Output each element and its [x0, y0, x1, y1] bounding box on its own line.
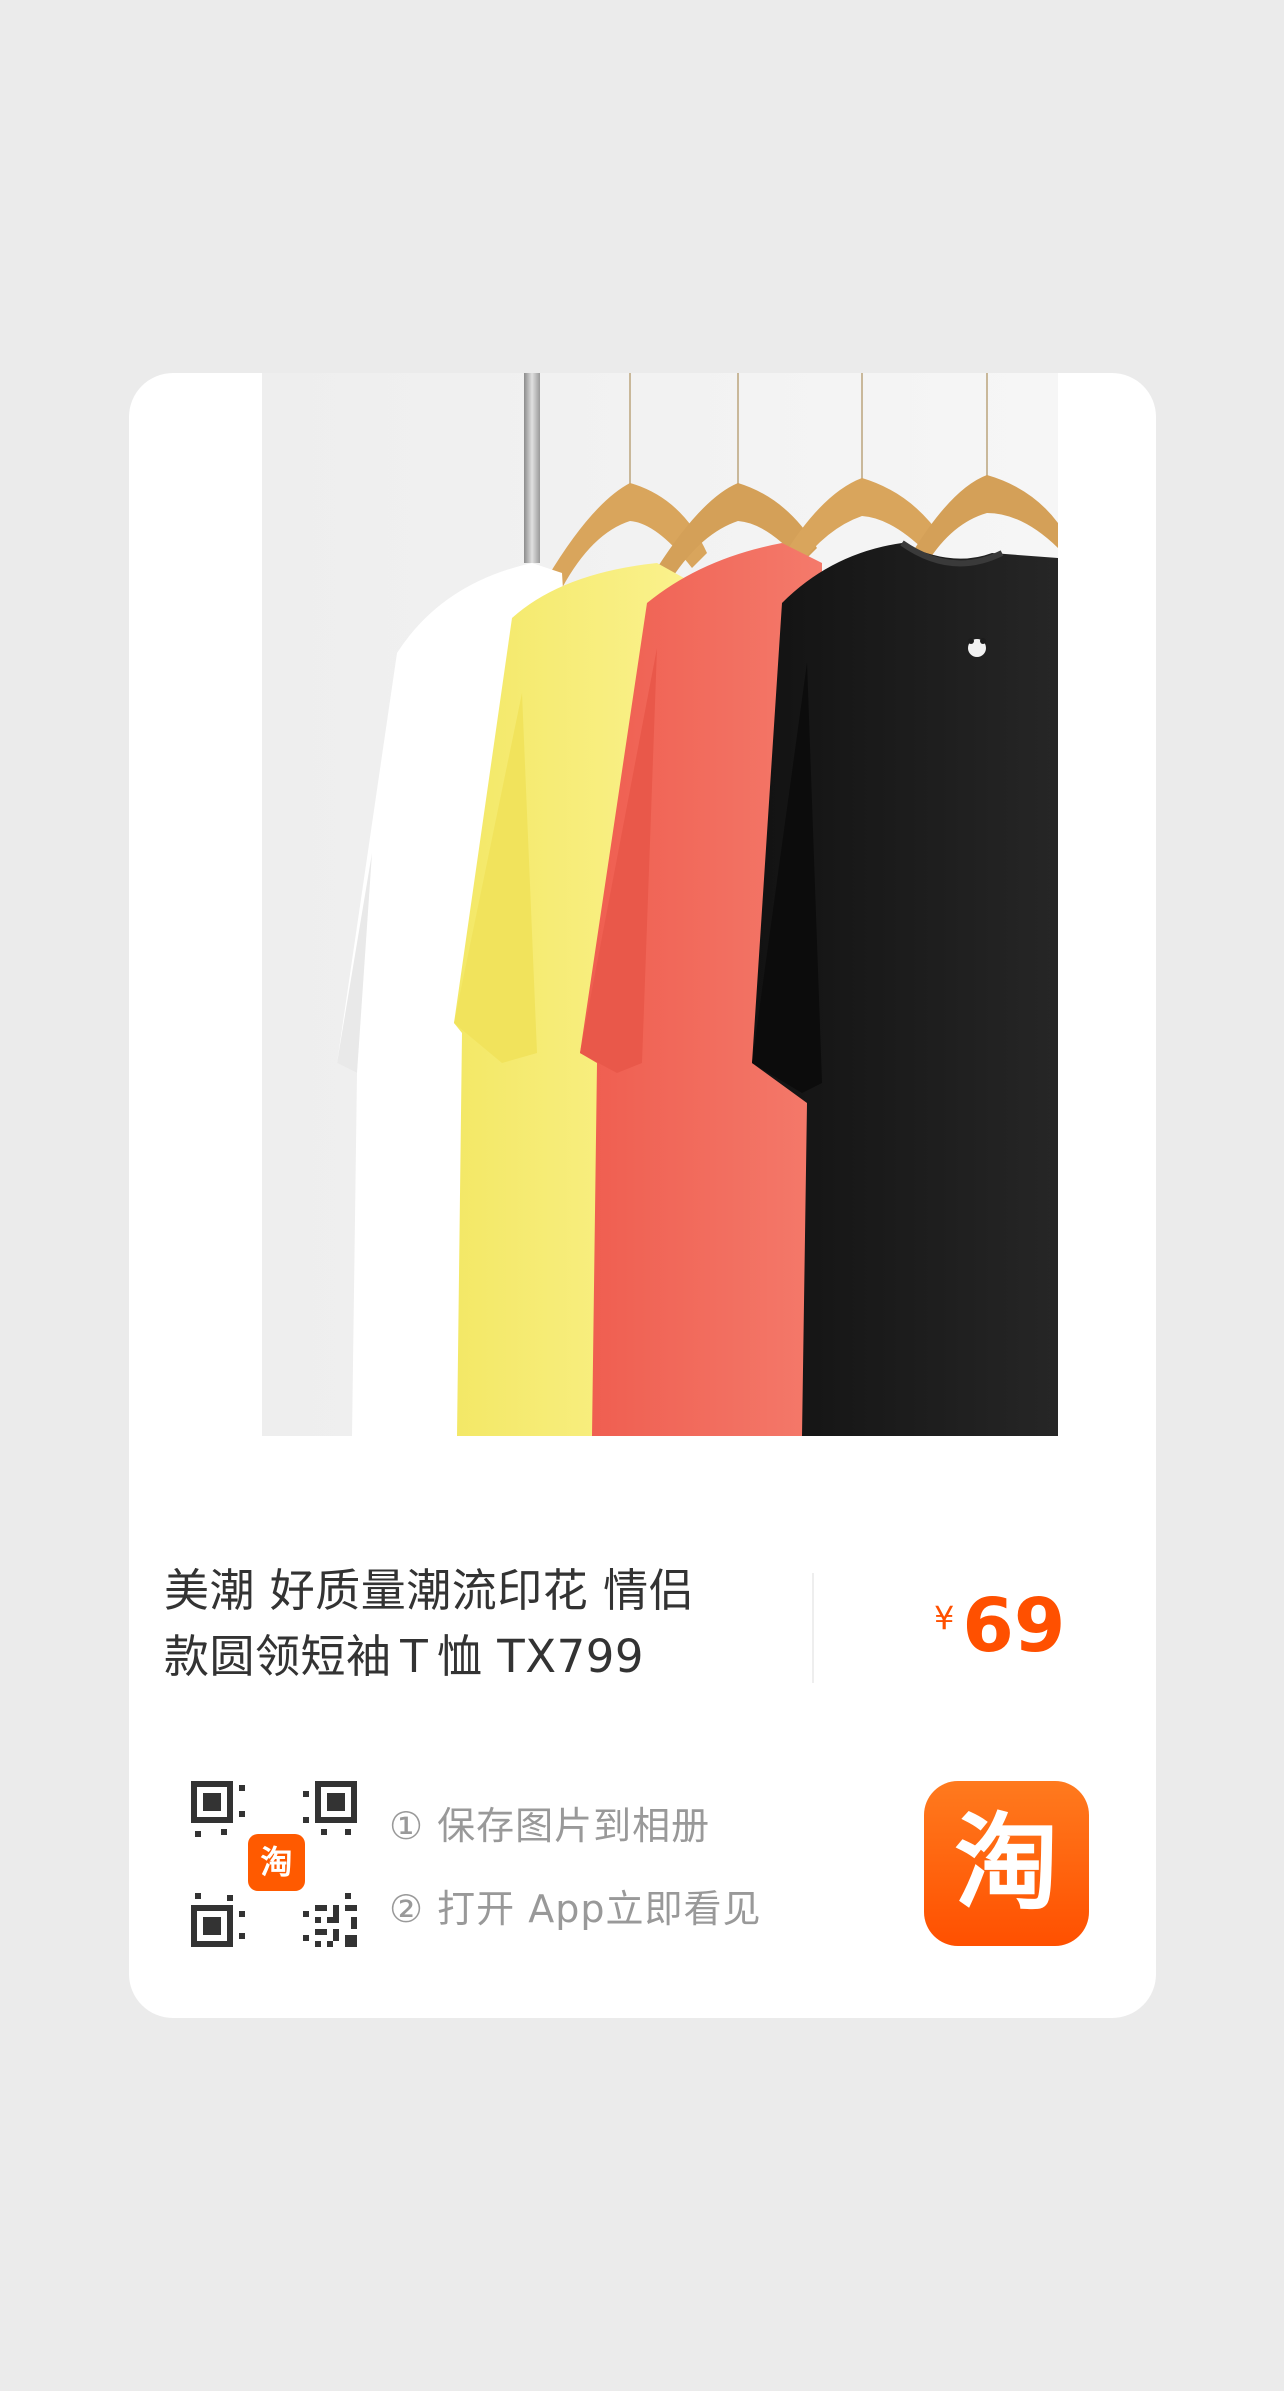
product-title[interactable]: 美潮 好质量潮流印花 情侣 款圆领短袖Ｔ恤 TX799 [164, 1558, 784, 1690]
product-title-line1: 美潮 好质量潮流印花 情侣 [164, 1564, 695, 1617]
qr-code-icon[interactable]: 淘 [191, 1781, 357, 1947]
divider [812, 1573, 814, 1683]
price-value: 69 [962, 1583, 1066, 1669]
currency-symbol: ¥ [934, 1599, 955, 1637]
step-save-image: ① 保存图片到相册 [389, 1804, 711, 1848]
step-open-app: ② 打开 App立即看见 [389, 1887, 762, 1931]
qr-taobao-badge: 淘 [248, 1834, 305, 1891]
product-title-line2: 款圆领短袖Ｔ恤 TX799 [164, 1630, 645, 1683]
product-photo-illustration [262, 373, 1058, 1436]
share-card: 美潮 好质量潮流印花 情侣 款圆领短袖Ｔ恤 TX799 ¥69 淘 ① 保存图片… [129, 373, 1156, 2018]
rack-pole [524, 373, 540, 563]
product-price: ¥69 [934, 1583, 1065, 1669]
product-image[interactable] [262, 373, 1058, 1436]
taobao-app-icon[interactable]: 淘 [924, 1781, 1089, 1946]
